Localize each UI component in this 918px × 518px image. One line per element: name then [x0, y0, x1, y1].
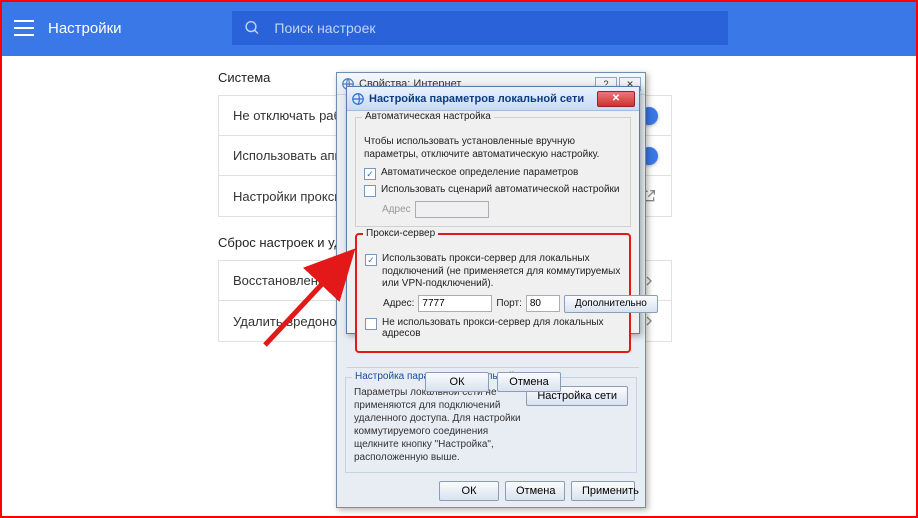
- script-addr-input: [415, 201, 489, 218]
- group-title: Прокси-сервер: [363, 228, 438, 239]
- window-title-text: Настройка параметров локальной сети: [369, 93, 584, 105]
- window-titlebar[interactable]: Настройка параметров локальной сети ✕: [347, 87, 639, 111]
- script-addr-label: Адрес: [382, 204, 411, 215]
- proxy-addr-input[interactable]: [418, 295, 492, 312]
- advanced-button[interactable]: Дополнительно: [564, 295, 658, 313]
- use-proxy-checkbox[interactable]: [365, 254, 377, 266]
- row-label: Не отключать рабо: [233, 108, 348, 123]
- search-input[interactable]: [274, 20, 715, 36]
- use-script-label: Использовать сценарий автоматической нас…: [381, 184, 620, 195]
- use-proxy-label: Использовать прокси-сервер для локальных…: [382, 253, 621, 291]
- auto-detect-label: Автоматическое определение параметров: [381, 167, 578, 178]
- cancel-button[interactable]: Отмена: [497, 372, 561, 392]
- proxy-port-input[interactable]: [526, 295, 560, 312]
- ok-button[interactable]: ОК: [439, 481, 499, 501]
- proxy-addr-label: Адрес:: [383, 298, 414, 309]
- close-button[interactable]: ✕: [597, 91, 635, 107]
- lan-settings-window: Настройка параметров локальной сети ✕ Ав…: [346, 86, 640, 334]
- row-label: Восстановление на: [233, 273, 350, 288]
- page-title: Настройки: [48, 20, 122, 37]
- auto-detect-checkbox[interactable]: [364, 168, 376, 180]
- search-box[interactable]: [232, 11, 728, 45]
- lan-desc: Параметры локальной сети не применяются …: [354, 386, 534, 464]
- globe-icon: [351, 92, 365, 106]
- row-label: Использовать аппа: [233, 148, 349, 163]
- proxy-port-label: Порт:: [496, 298, 521, 309]
- group-title: Автоматическая настройка: [362, 111, 494, 122]
- auto-config-group: Автоматическая настройка Чтобы использов…: [355, 117, 631, 227]
- topbar: Настройки: [0, 0, 918, 56]
- ok-button[interactable]: ОК: [425, 372, 489, 392]
- search-icon: [244, 19, 261, 37]
- apply-button[interactable]: Применить: [571, 481, 635, 501]
- cancel-button[interactable]: Отмена: [505, 481, 565, 501]
- menu-icon[interactable]: [14, 20, 34, 36]
- use-script-checkbox[interactable]: [364, 185, 376, 197]
- proxy-server-group: Прокси-сервер Использовать прокси-сервер…: [355, 233, 631, 353]
- auto-note: Чтобы использовать установленные вручную…: [364, 136, 622, 161]
- bypass-local-checkbox[interactable]: [365, 318, 377, 330]
- row-label: Настройки прокси-с: [233, 189, 352, 204]
- bypass-local-label: Не использовать прокси-сервер для локаль…: [382, 317, 621, 339]
- row-label: Удалить вредоносн: [233, 314, 350, 329]
